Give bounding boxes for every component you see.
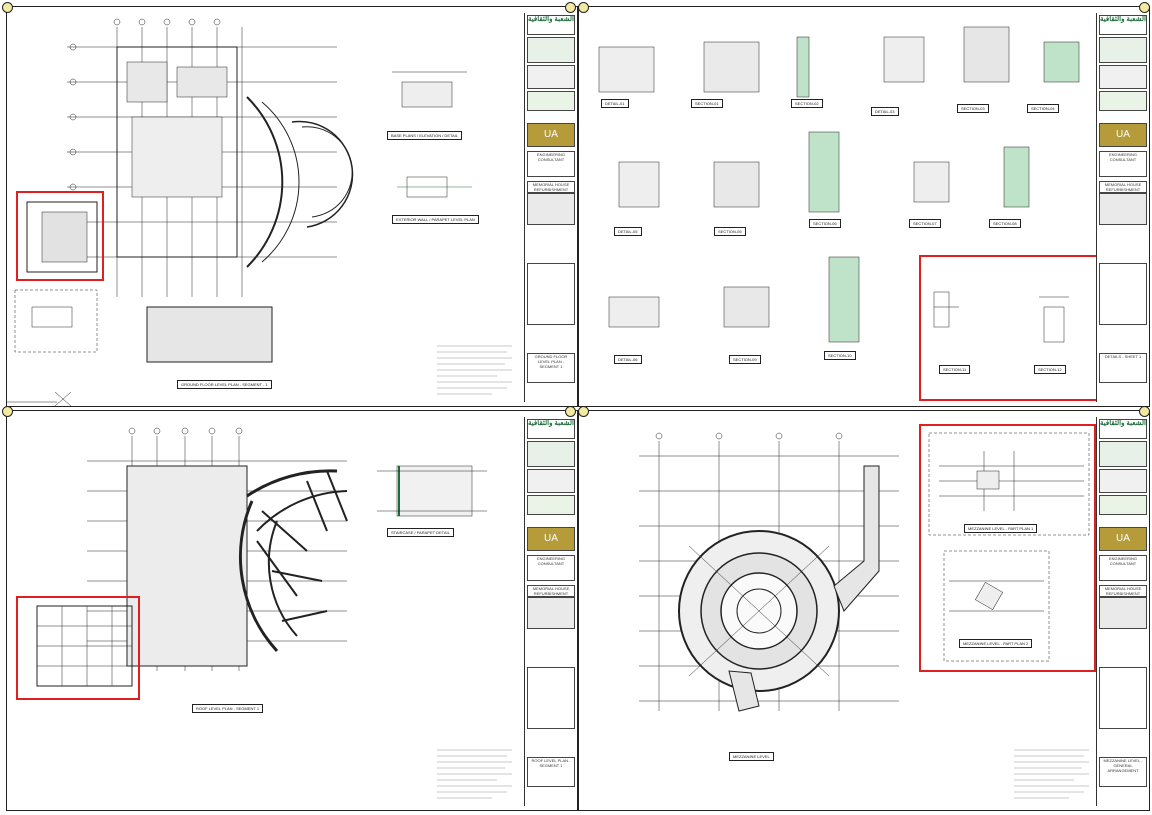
detail-label: SECTION-10: [824, 351, 856, 360]
project-name: MEMORIAL HOUSE REFURBISHMENT: [1099, 585, 1147, 597]
detail-label: BASE PLANS / ELEVATION / DETAIL: [387, 131, 463, 140]
client-logo-text: الشعبة والثقافية: [527, 15, 575, 35]
plan-title: MEZZANINE LEVEL: [729, 752, 774, 761]
drawing-sheet-roof: ROOF LEVEL PLAN - SEGMENT 1 STAIRCASE / …: [6, 410, 578, 811]
title-block: الشعبة والثقافية UA ENGINEERING CONSULTA…: [1096, 417, 1149, 806]
emblem-icon: [1099, 37, 1147, 63]
sheet-corner-marker[interactable]: [1139, 2, 1150, 13]
drawing-sheet-details: DETAIL-01 SECTION-01 SECTION-02 DETAIL-0…: [578, 6, 1150, 407]
detail-label: EXTERIOR WALL / PARAPET LEVEL PLAN: [392, 215, 479, 224]
seal-icon: [1099, 65, 1147, 89]
seal-icon: [527, 65, 575, 89]
highlight-box: [919, 424, 1096, 672]
key-plan: [527, 597, 575, 629]
client-logo-text: الشعبة والثقافية: [1099, 419, 1147, 439]
revision-table: [1099, 667, 1147, 729]
project-name: MEMORIAL HOUSE REFURBISHMENT: [527, 585, 575, 597]
plan-title: GROUND FLOOR LEVEL PLAN - SEGMENT - 1: [177, 380, 272, 389]
general-notes: [1014, 749, 1089, 799]
emblem-icon: [527, 37, 575, 63]
sheet-corner-marker[interactable]: [2, 2, 13, 13]
key-plan: [1099, 193, 1147, 225]
detail-label: STAIRCASE / PARAPET DETAIL: [387, 528, 454, 537]
client-logo-text: الشعبة والثقافية: [527, 419, 575, 439]
gold-mark: UA: [1099, 123, 1147, 147]
key-plan: [1099, 597, 1147, 629]
title-block: الشعبة والثقافية UA ENGINEERING CONSULTA…: [1096, 13, 1149, 402]
emblem-icon: [527, 441, 575, 467]
highlight-box: [16, 191, 104, 281]
consultant-name: ENGINEERING CONSULTANT: [1099, 555, 1147, 581]
general-notes: [437, 345, 512, 395]
detail-label: SECTION-01: [691, 99, 723, 108]
partner-logo-icon: [1099, 91, 1147, 111]
gold-mark: UA: [1099, 527, 1147, 551]
detail-label: SECTION-06: [809, 219, 841, 228]
consultant-name: ENGINEERING CONSULTANT: [527, 151, 575, 177]
sheet-corner-marker[interactable]: [565, 2, 576, 13]
drawing-sheet-ground-floor: GROUND FLOOR LEVEL PLAN - SEGMENT - 1 BA…: [6, 6, 578, 407]
detail-label: DETAIL-05: [614, 227, 642, 236]
revision-table: [527, 667, 575, 729]
title-block: الشعبة والثقافية UA ENGINEERING CONSULTA…: [524, 417, 577, 806]
detail-label: SECTION-03: [957, 104, 989, 113]
partner-logo-icon: [1099, 495, 1147, 515]
detail-label: SECTION-05: [714, 227, 746, 236]
gold-mark: UA: [527, 527, 575, 551]
detail-label: DETAIL-06: [614, 355, 642, 364]
revision-table: [527, 263, 575, 325]
emblem-icon: [1099, 441, 1147, 467]
client-logo-text: الشعبة والثقافية: [1099, 15, 1147, 35]
sheet-corner-marker[interactable]: [1139, 406, 1150, 417]
detail-label: DETAIL-01: [601, 99, 629, 108]
project-name: MEMORIAL HOUSE REFURBISHMENT: [527, 181, 575, 193]
highlight-box: [919, 255, 1099, 401]
title-block: الشعبة والثقافية UA ENGINEERING CONSULTA…: [524, 13, 577, 402]
seal-icon: [1099, 469, 1147, 493]
consultant-name: ENGINEERING CONSULTANT: [527, 555, 575, 581]
seal-icon: [527, 469, 575, 493]
detail-label: DETAIL-03: [871, 107, 899, 116]
sheet-corner-marker[interactable]: [2, 406, 13, 417]
partner-logo-icon: [527, 495, 575, 515]
sheet-title: ROOF LEVEL PLAN - SEGMENT 1: [527, 757, 575, 787]
plan-title: ROOF LEVEL PLAN - SEGMENT 1: [192, 704, 264, 713]
sheet-title: DETAILS - SHEET 1: [1099, 353, 1147, 383]
highlight-box: [16, 596, 140, 700]
detail-label: SECTION-08: [989, 219, 1021, 228]
project-name: MEMORIAL HOUSE REFURBISHMENT: [1099, 181, 1147, 193]
sheet-title: GROUND FLOOR LEVEL PLAN - SEGMENT 1: [527, 353, 575, 383]
general-notes: [437, 749, 512, 799]
detail-label: SECTION-04: [1027, 104, 1059, 113]
drawing-sheet-mezzanine: MEZZANINE LEVEL MEZZANINE LEVEL - PART P…: [578, 410, 1150, 811]
sheet-corner-marker[interactable]: [565, 406, 576, 417]
detail-label: SECTION-02: [791, 99, 823, 108]
sheet-corner-marker[interactable]: [578, 406, 589, 417]
partner-logo-icon: [527, 91, 575, 111]
gold-mark: UA: [527, 123, 575, 147]
detail-label: SECTION-07: [909, 219, 941, 228]
key-plan: [527, 193, 575, 225]
revision-table: [1099, 263, 1147, 325]
consultant-name: ENGINEERING CONSULTANT: [1099, 151, 1147, 177]
detail-label: SECTION-09: [729, 355, 761, 364]
sheet-title: MEZZANINE LEVEL - GENERAL ARRANGEMENT: [1099, 757, 1147, 787]
sheet-corner-marker[interactable]: [578, 2, 589, 13]
